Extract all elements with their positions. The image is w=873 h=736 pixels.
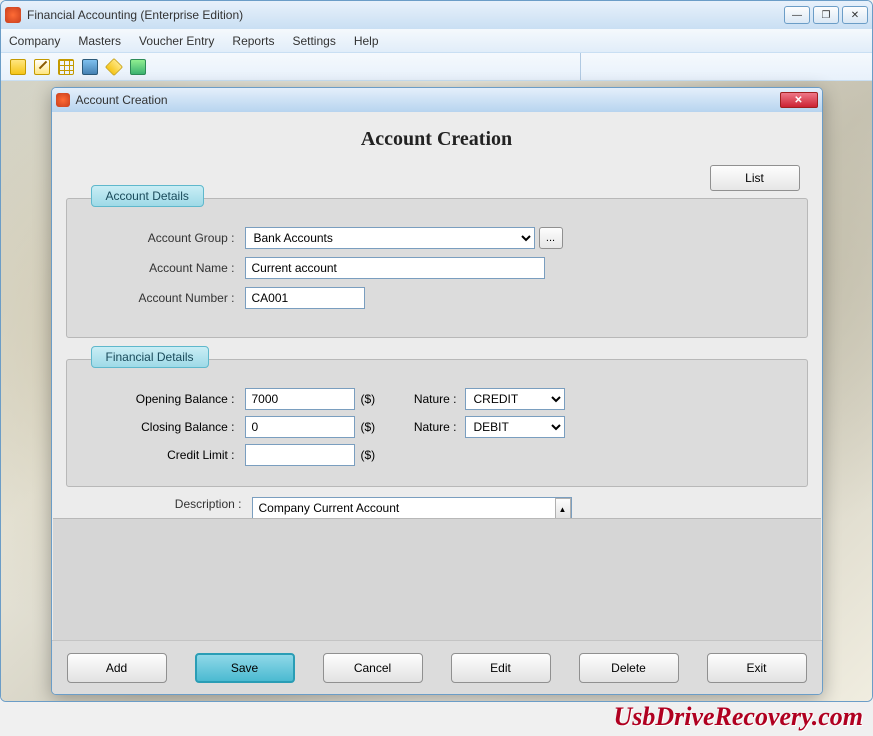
closing-currency: ($) (355, 420, 385, 434)
financial-details-legend: Financial Details (91, 346, 209, 368)
save-button[interactable]: Save (195, 653, 295, 683)
cancel-button[interactable]: Cancel (323, 653, 423, 683)
opening-nature-select[interactable]: CREDIT (465, 388, 565, 410)
toolbar-btn-5[interactable] (103, 57, 125, 77)
report-icon (82, 59, 98, 75)
menu-settings[interactable]: Settings (292, 34, 335, 48)
credit-limit-input[interactable] (245, 444, 355, 466)
credit-limit-currency: ($) (355, 448, 385, 462)
account-group-label: Account Group : (91, 231, 245, 245)
opening-balance-label: Opening Balance : (91, 392, 245, 406)
closing-nature-select[interactable]: DEBIT (465, 416, 565, 438)
menubar: Company Masters Voucher Entry Reports Se… (1, 29, 872, 53)
account-details-group: Account Details Account Group : Bank Acc… (66, 187, 808, 338)
menu-voucher-entry[interactable]: Voucher Entry (139, 34, 214, 48)
toolbar-separator (151, 53, 581, 80)
dialog-titlebar: Account Creation ✕ (52, 88, 822, 112)
toolbar-btn-6[interactable] (127, 57, 149, 77)
credit-limit-label: Credit Limit : (91, 448, 245, 462)
exit-button[interactable]: Exit (707, 653, 807, 683)
dialog-title: Account Creation (76, 93, 168, 107)
close-button[interactable]: ✕ (842, 6, 868, 24)
delete-button[interactable]: Delete (579, 653, 679, 683)
dialog-icon (56, 93, 70, 107)
account-group-select[interactable]: Bank Accounts (245, 227, 535, 249)
opening-balance-input[interactable] (245, 388, 355, 410)
dialog-footer: Add Save Cancel Edit Delete Exit (52, 640, 822, 694)
account-details-legend: Account Details (91, 185, 204, 207)
account-number-input[interactable] (245, 287, 365, 309)
edit-button[interactable]: Edit (451, 653, 551, 683)
watermark: UsbDriveRecovery.com (613, 702, 863, 732)
account-name-label: Account Name : (91, 261, 245, 275)
maximize-button[interactable]: ❐ (813, 6, 839, 24)
folder-icon (10, 59, 26, 75)
add-button[interactable]: Add (67, 653, 167, 683)
grid-icon (58, 59, 74, 75)
toolbar-btn-4[interactable] (79, 57, 101, 77)
menu-masters[interactable]: Masters (78, 34, 121, 48)
closing-balance-input[interactable] (245, 416, 355, 438)
tag-icon (105, 57, 123, 75)
closing-balance-label: Closing Balance : (91, 420, 245, 434)
dialog-close-button[interactable]: ✕ (780, 92, 818, 108)
toolbar-btn-3[interactable] (55, 57, 77, 77)
account-group-browse-button[interactable]: ... (539, 227, 563, 249)
opening-nature-label: Nature : (385, 392, 465, 406)
content-area: Account Creation ✕ Account Creation List… (1, 81, 872, 701)
dialog-lower-panel (53, 518, 821, 640)
window-title: Financial Accounting (Enterprise Edition… (27, 8, 784, 22)
edit-icon (34, 59, 50, 75)
minimize-button[interactable]: — (784, 6, 810, 24)
toolbar (1, 53, 872, 81)
app-icon (5, 7, 21, 23)
menu-help[interactable]: Help (354, 34, 379, 48)
account-number-label: Account Number : (91, 291, 245, 305)
dialog-heading: Account Creation (66, 128, 808, 151)
financial-details-group: Financial Details Opening Balance : ($) … (66, 348, 808, 487)
titlebar: Financial Accounting (Enterprise Edition… (1, 1, 872, 29)
menu-company[interactable]: Company (9, 34, 60, 48)
toolbar-btn-1[interactable] (7, 57, 29, 77)
settings-icon (130, 59, 146, 75)
toolbar-btn-2[interactable] (31, 57, 53, 77)
account-name-input[interactable] (245, 257, 545, 279)
opening-currency: ($) (355, 392, 385, 406)
main-window: Financial Accounting (Enterprise Edition… (0, 0, 873, 702)
menu-reports[interactable]: Reports (232, 34, 274, 48)
closing-nature-label: Nature : (385, 420, 465, 434)
account-creation-dialog: Account Creation ✕ Account Creation List… (51, 87, 823, 695)
